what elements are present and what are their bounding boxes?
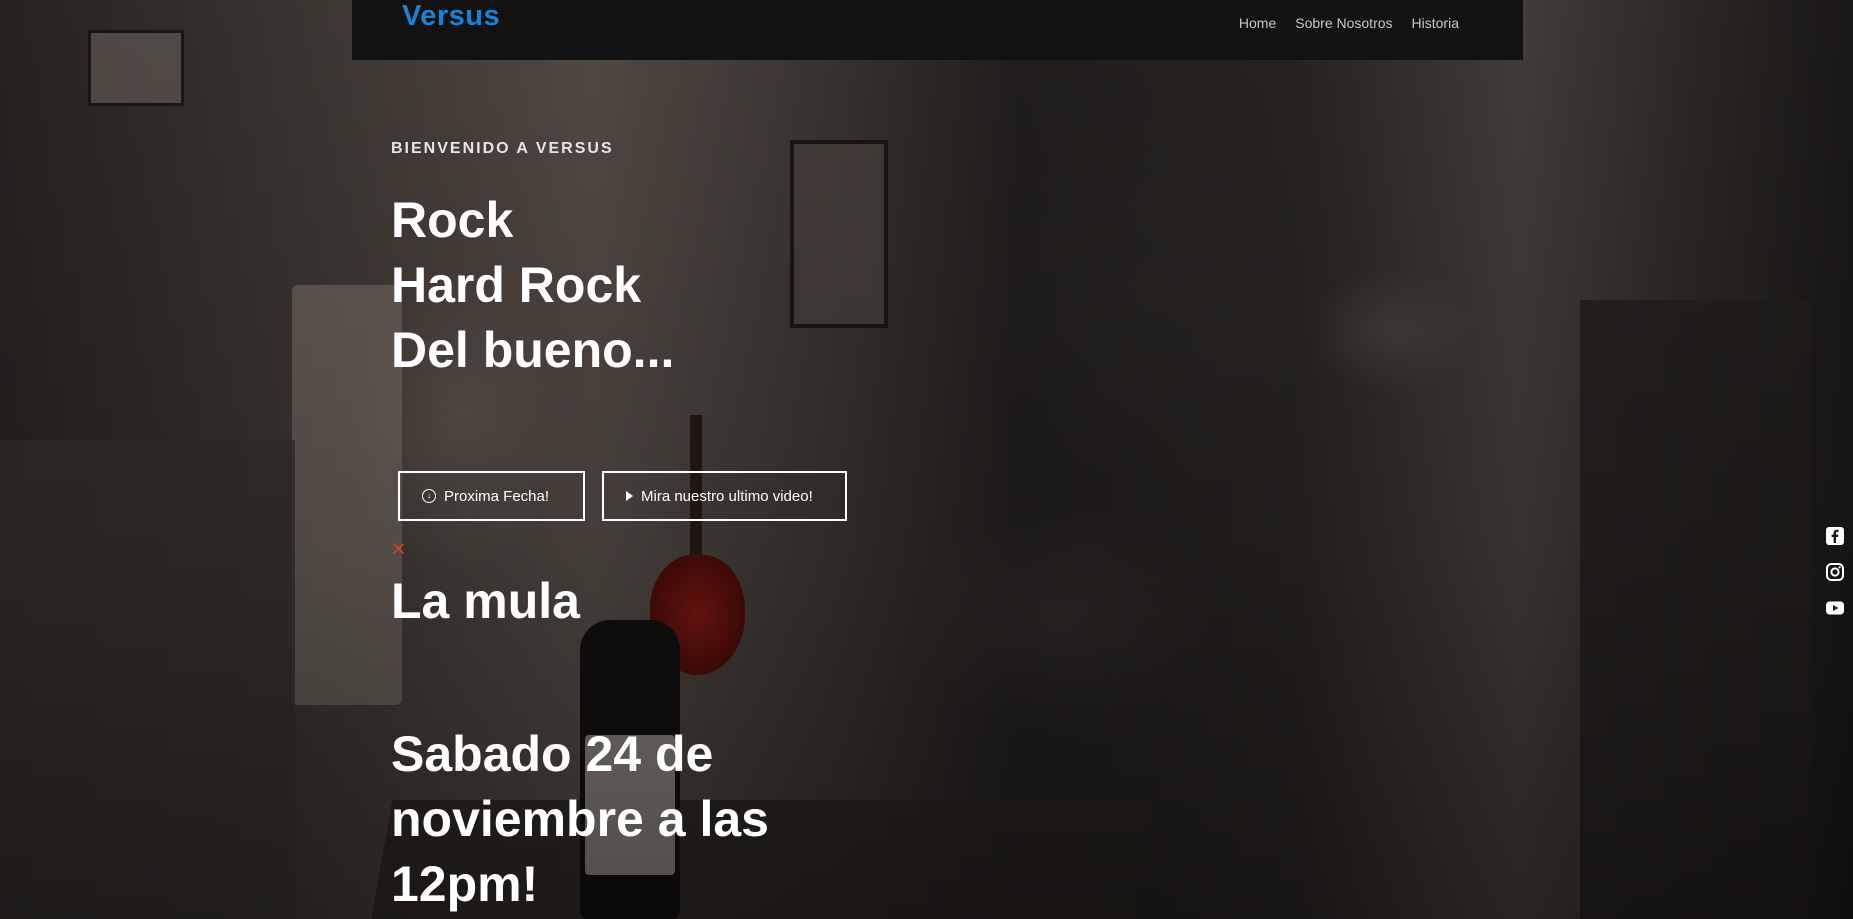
headline-line-1: Rock xyxy=(391,192,514,248)
hero-eyebrow: BIENVENIDO A VERSUS xyxy=(391,140,614,157)
nav-link-historia[interactable]: Historia xyxy=(1412,15,1459,31)
play-icon xyxy=(626,491,633,501)
event-date: Sabado 24 de noviembre a las 12pm! xyxy=(391,726,769,912)
next-date-label: Proxima Fecha! xyxy=(444,487,550,505)
brand-logo[interactable]: Versus xyxy=(402,0,500,33)
arrow-down-circle-icon: ↓ xyxy=(422,489,436,503)
instagram-icon[interactable] xyxy=(1825,562,1845,582)
top-navbar: Versus Home Sobre Nosotros Historia xyxy=(352,0,1523,60)
youtube-icon[interactable] xyxy=(1825,598,1845,618)
hero-headline: Rock Hard Rock Del bueno... xyxy=(391,188,674,383)
nav-links: Home Sobre Nosotros Historia xyxy=(1239,15,1459,31)
headline-line-2: Hard Rock xyxy=(391,257,642,313)
event-title: La mula xyxy=(391,573,580,629)
latest-video-button[interactable]: Mira nuestro ultimo video! xyxy=(602,471,847,521)
nav-link-home[interactable]: Home xyxy=(1239,15,1276,31)
hero-overlay xyxy=(0,0,1853,919)
hero-buttons: ↓ Proxima Fecha! Mira nuestro ultimo vid… xyxy=(398,471,847,521)
nav-link-sobre-nosotros[interactable]: Sobre Nosotros xyxy=(1295,15,1392,31)
latest-video-label: Mira nuestro ultimo video! xyxy=(641,487,813,505)
headline-line-3: Del bueno... xyxy=(391,322,675,378)
facebook-icon[interactable] xyxy=(1825,526,1845,546)
social-links xyxy=(1825,526,1845,618)
next-date-button[interactable]: ↓ Proxima Fecha! xyxy=(398,471,585,521)
close-icon[interactable]: ✕ xyxy=(391,540,406,558)
page: Versus Home Sobre Nosotros Historia BIEN… xyxy=(0,0,1853,919)
